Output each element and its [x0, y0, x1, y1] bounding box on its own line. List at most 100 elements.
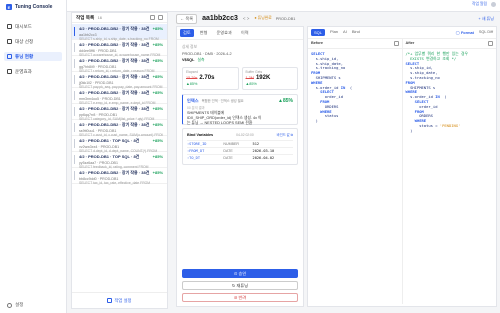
sidebar-item-label: 운영효과 — [15, 68, 32, 74]
retune-button[interactable]: ↻ 재튜닝 — [182, 281, 298, 290]
metrics: Elapsed 15.29s 2.70s ▲85% Buffer Gets 1.3… — [182, 67, 298, 90]
reject-button[interactable]: ⊘ 반려 — [182, 293, 298, 302]
tab-3[interactable]: 이력 — [238, 29, 252, 37]
metric-label: Buffer Gets — [245, 70, 263, 74]
job-title: 4/2 · PROD-DB1-DB2 · 장기 작용 · 38건 — [79, 42, 150, 47]
settings-link[interactable]: 설정 — [7, 302, 23, 308]
detail-header: ← 목록 aa1bb2cc3 < > ● 튜닝완료 PROD-DB1 + 새 튜… — [172, 12, 498, 25]
code-line: ) — [406, 128, 494, 134]
sidebar-nav: 대시보드 대상 선정 튜닝 현황 운영효과 — [0, 14, 66, 76]
list-icon — [7, 54, 12, 59]
code-line: ) — [311, 118, 399, 124]
bind-row: :STORE_ID NUMBER 512 — [187, 140, 293, 148]
job-list-footer: 작업 설정 — [72, 292, 167, 308]
metric-delta: ▲85% — [186, 82, 198, 86]
sidebar-item-dashboard[interactable]: 대시보드 — [4, 22, 62, 31]
diff-tab-ai[interactable]: AI — [343, 29, 347, 36]
finding-card: 인덱스 복합한 인덱 · 인덱스 생성 필요 ▲85% 00 분석 결과 SHIP… — [182, 94, 298, 125]
target-icon — [7, 39, 12, 44]
job-count: 16 — [97, 14, 103, 20]
job-improvement: +85% — [152, 154, 163, 159]
code-token: ) — [311, 118, 318, 124]
diff-tab-sql[interactable]: SQL — [311, 29, 326, 36]
status-bar — [74, 27, 76, 36]
job-settings-button[interactable]: 작업 설정 — [107, 297, 132, 304]
sidebar-item-label: 튜닝 현황 — [15, 53, 34, 59]
job-improvement: +85% — [152, 90, 163, 95]
job-settings-label: 작업 설정 — [114, 297, 132, 303]
list-item[interactable]: 4/2 · PROD-DB1-DB2 · 장기 작용 · 38건 +85% jj0k… — [72, 72, 167, 89]
status-bar — [74, 171, 76, 180]
sidebar-item-target[interactable]: 대상 선정 — [4, 37, 62, 46]
list-item[interactable]: 4/2 · PROD-DB1-DB2 · 장기 작용 · 38건 +85% bb8c… — [72, 168, 167, 185]
before-pane: Before SELECT s.ship_id, s.ship_date, s.… — [308, 39, 403, 304]
sidebar-item-label: 대상 선정 — [15, 38, 34, 44]
after-pane: After /*+ 업무별 쿼리 한 행만 있는 경우 EXISTS 변경하고 … — [402, 39, 497, 304]
sql-diff-panel: SQL Plan AI Bind ◯ Format SQL Diff Before S… — [307, 26, 497, 307]
notification-button[interactable]: 작업 알림 — [472, 2, 487, 7]
job-title: 4/2 · PROD-DB1-DB2 · 장기 작용 · 38건 — [79, 26, 150, 31]
format-toggle[interactable]: ◯ Format — [456, 30, 474, 35]
sidebar-item-tuning-status[interactable]: 튜닝 현황 — [4, 52, 62, 61]
add-tuning-button[interactable]: + 새 튜닝 — [478, 16, 494, 22]
bind-name: :TO_DT — [187, 154, 224, 161]
app-title: Tuning Console — [15, 4, 53, 10]
top-actions: 작업 알림 — [472, 2, 496, 7]
status-bar — [74, 139, 76, 148]
list-item[interactable]: 4/2 · PROD-DB1 · TOP SQL · 8건 +85% yy5zz6a… — [72, 152, 167, 169]
sidebar: E Tuning Console 대시보드 대상 선정 튜닝 현황 운영효과 설… — [0, 0, 67, 313]
code-token: 'PENDING' — [439, 122, 461, 128]
job-improvement: +85% — [152, 170, 163, 175]
metric-buffer-gets: Buffer Gets 1.3M 192K ▲85% — [241, 67, 298, 90]
detail-panel: ← 목록 aa1bb2cc3 < > ● 튜닝완료 PROD-DB1 + 새 튜… — [172, 12, 498, 309]
diff-tab-plan[interactable]: Plan — [330, 29, 338, 36]
approve-button[interactable]: ⊙ 승인 — [182, 269, 298, 278]
job-list: 4/2 · PROD-DB1-DB2 · 장기 작용 · 38건 +85% aa1b… — [72, 24, 167, 291]
list-item[interactable]: 4/2 · PROD-DB1-DB2 · 장기 작용 · 38건 +85% ss9t… — [72, 120, 167, 137]
copy-binds-button[interactable]: 바인드 값 ⧉ — [277, 132, 293, 137]
copy-icon[interactable] — [393, 41, 399, 46]
list-item[interactable]: 4/2 · PROD-DB1-DB2 · 장기 작용 · 38건 +85% dd4e… — [72, 40, 167, 57]
bind-table: :STORE_ID NUMBER 512:FROM_DT DATE 2026-03-10… — [187, 140, 293, 161]
prev-next-arrows[interactable]: < > — [243, 16, 250, 21]
job-improvement: +85% — [152, 138, 163, 143]
finding-pct: ▲85% — [278, 98, 293, 104]
detail-tabs: 검토 변형 운영효과 이력 — [177, 27, 303, 40]
job-title: 4/2 · PROD-DB1-DB2 · 장기 작용 · 38건 — [79, 106, 150, 111]
diff-tab-bind[interactable]: Bind — [352, 29, 360, 36]
back-button[interactable]: ← 목록 — [176, 13, 198, 24]
list-item[interactable]: 4/2 · PROD-DB1-DB2 · 장기 작용 · 38건 +85% mm3n… — [72, 88, 167, 105]
code-token: ( — [439, 94, 447, 100]
list-item[interactable]: 4/2 · PROD-DB1-DB2 · 장기 작용 · 38건 +85% pp6q… — [72, 104, 167, 121]
tab-1[interactable]: 변형 — [197, 29, 211, 37]
after-code: /*+ 업무별 쿼리 한 행만 있는 경우 EXISTS 변경하고 조회 */S… — [403, 49, 497, 137]
job-meta: PROD-DB1 · DM5 · 2026-4-2 — [182, 52, 232, 56]
filter-icon[interactable] — [150, 15, 155, 20]
job-sql-preview: SELECT tax_id, tax_rate, effective_date … — [79, 181, 151, 185]
source-badge: V$SQL — [182, 58, 195, 62]
job-improvement: +85% — [152, 42, 163, 47]
job-improvement: +85% — [152, 58, 163, 63]
list-item[interactable]: 4/2 · PROD-DB1-DB2 · 장기 작용 · 38건 +85% aa1b… — [72, 24, 167, 41]
bind-row: :FROM_DT DATE 2026-03-10 — [187, 147, 293, 155]
metric-elapsed: Elapsed 15.29s 2.70s ▲85% — [182, 67, 239, 90]
after-label: After — [405, 41, 415, 45]
sql-diff-toggle[interactable]: SQL Diff — [479, 30, 493, 35]
finding-text: SHIPMENTS 테이블에 IDX_SHIP_ORD(order_id) 인덱… — [187, 111, 262, 125]
metric-old: 1.3M — [245, 76, 254, 80]
sidebar-item-effects[interactable]: 운영효과 — [4, 67, 62, 76]
list-item[interactable]: 4/2 · PROD-DB1-DB2 · 장기 작용 · 38건 +85% gg7h… — [72, 56, 167, 73]
job-improvement: +85% — [152, 74, 163, 79]
tab-0[interactable]: 검토 — [180, 29, 194, 37]
avatar[interactable] — [491, 2, 496, 7]
gear-icon — [7, 302, 12, 308]
list-item[interactable]: 4/2 · PROD-DB1 · TOP SQL · 8건 +85% vv2ww3x… — [72, 136, 167, 153]
bind-title: Bind Variables — [187, 132, 214, 137]
job-list-title: 작업 목록 — [76, 14, 95, 20]
copy-icon[interactable] — [488, 41, 493, 46]
app-logo[interactable]: E Tuning Console — [0, 0, 66, 14]
refresh-icon[interactable] — [158, 15, 163, 20]
tab-2[interactable]: 운영효과 — [213, 29, 234, 37]
review-actions: ⊙ 승인 ↻ 재튜닝 ⊘ 반려 — [182, 266, 298, 302]
bind-type: DATE — [223, 147, 253, 155]
